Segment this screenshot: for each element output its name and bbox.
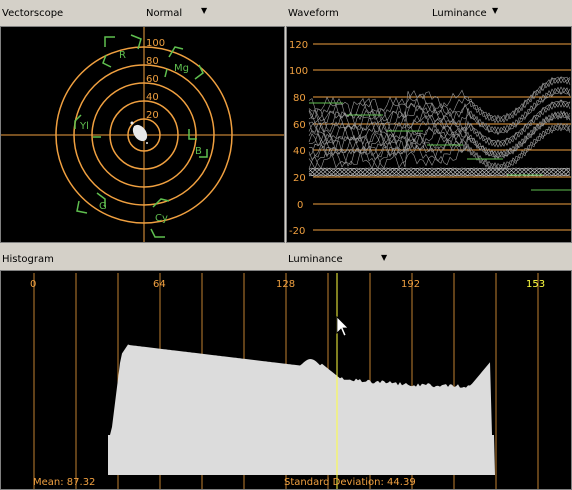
hist-tick-192: 192 xyxy=(401,279,420,290)
target-label-cy: Cy xyxy=(155,213,168,224)
histogram-mean: Mean: 87.32 xyxy=(33,477,95,488)
ring-label-40: 40 xyxy=(146,92,159,103)
ring-label-20: 20 xyxy=(146,110,159,121)
vectorscope-mode-dropdown[interactable]: Normal xyxy=(146,8,182,19)
waveform-trace-line xyxy=(309,87,570,133)
wave-scale-0: 0 xyxy=(297,200,303,211)
chevron-down-icon[interactable]: ▼ xyxy=(201,6,207,15)
histogram-mode-dropdown[interactable]: Luminance xyxy=(288,254,343,265)
vectorscope-header: Vectorscope Normal ▼ xyxy=(0,0,286,26)
histogram-bars xyxy=(108,345,495,476)
wave-scale-120: 120 xyxy=(289,40,308,51)
target-label-g: G xyxy=(99,201,107,212)
hist-tick-128: 128 xyxy=(276,279,295,290)
wave-scale-100: 100 xyxy=(289,66,308,77)
wave-scale-20: 20 xyxy=(293,173,306,184)
chevron-down-icon[interactable]: ▼ xyxy=(492,6,498,15)
waveform-display: 120 100 80 60 40 20 0 -20 xyxy=(286,26,572,243)
target-label-mg: Mg xyxy=(174,63,189,74)
waveform-trace xyxy=(309,77,570,176)
histogram-display: 0 64 128 192 153 Mean: 87.32 Standard De… xyxy=(0,270,572,490)
vectorscope-display: 100 80 60 40 20 R Mg B Cy G Yl xyxy=(0,26,285,243)
mouse-cursor-icon xyxy=(337,317,348,336)
ring-label-80: 80 xyxy=(146,56,159,67)
wave-scale-40: 40 xyxy=(293,146,306,157)
histogram-title: Histogram xyxy=(2,254,54,265)
waveform-mode-dropdown[interactable]: Luminance xyxy=(432,8,487,19)
waveform-title: Waveform xyxy=(288,8,339,19)
target-label-b: B xyxy=(195,146,202,157)
histogram-header: Histogram Luminance ▼ xyxy=(0,243,572,269)
histogram-std-dev: Standard Deviation: 44.39 xyxy=(284,477,416,488)
chevron-down-icon[interactable]: ▼ xyxy=(381,253,387,262)
wave-scale-80: 80 xyxy=(293,93,306,104)
wave-scale-60: 60 xyxy=(293,120,306,131)
waveform-header: Waveform Luminance ▼ xyxy=(286,0,572,26)
target-label-yl: Yl xyxy=(79,121,89,132)
ring-label-100: 100 xyxy=(146,38,165,49)
target-label-r: R xyxy=(119,50,126,61)
hist-tick-0: 0 xyxy=(30,279,36,290)
vectorscope-title: Vectorscope xyxy=(2,8,63,19)
hist-tick-marker-value: 153 xyxy=(526,279,545,290)
wave-scale-neg20: -20 xyxy=(289,226,305,237)
vectorscope-trace xyxy=(130,122,150,145)
ring-label-60: 60 xyxy=(146,74,159,85)
hist-tick-64: 64 xyxy=(153,279,166,290)
